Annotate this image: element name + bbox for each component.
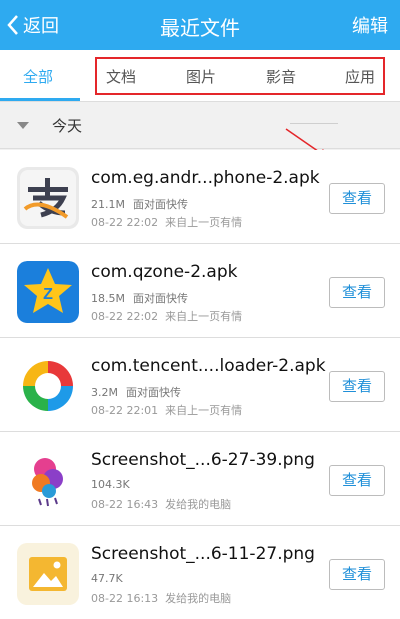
image-icon (17, 543, 79, 605)
file-note: 来自上一页有情 (165, 216, 243, 229)
collapse-triangle-icon (17, 122, 29, 129)
view-button[interactable]: 查看 (329, 559, 385, 590)
file-time: 08-22 22:01 来自上一页有情 (91, 402, 242, 418)
file-name: com.eg.andr...phone-2.apk (91, 168, 320, 188)
file-time: 08-22 22:02 来自上一页有情 (91, 308, 242, 324)
file-note: 来自上一页有情 (165, 404, 243, 417)
file-date: 08-22 22:02 (91, 310, 159, 323)
file-list: com.eg.andr...phone-2.apk 21.1M 面对面快传 08-… (0, 150, 400, 619)
qzone-icon: Z (17, 261, 79, 323)
tab-all[interactable]: 全部 (23, 66, 53, 87)
file-time: 08-22 16:43 发给我的电脑 (91, 496, 231, 512)
file-meta: 21.1M 面对面快传 (91, 196, 188, 212)
file-name: com.qzone-2.apk (91, 262, 238, 282)
view-button[interactable]: 查看 (329, 465, 385, 496)
list-item[interactable]: Screenshot_...6-11-27.png 47.7K 08-22 16… (0, 526, 400, 619)
file-date: 08-22 22:01 (91, 404, 159, 417)
file-date: 08-22 16:43 (91, 498, 159, 511)
section-label: 今天 (52, 117, 83, 135)
file-date: 08-22 22:02 (91, 216, 159, 229)
file-source: 面对面快传 (132, 292, 188, 305)
file-meta: 3.2M 面对面快传 (91, 384, 181, 400)
list-item[interactable]: com.eg.andr...phone-2.apk 21.1M 面对面快传 08-… (0, 150, 400, 244)
file-note: 发给我的电脑 (165, 592, 232, 605)
alipay-icon (17, 167, 79, 229)
svg-text:Z: Z (43, 286, 53, 303)
file-name: Screenshot_...6-27-39.png (91, 450, 315, 470)
file-meta: 104.3K (91, 478, 138, 491)
file-time: 08-22 22:02 来自上一页有情 (91, 214, 242, 230)
view-button[interactable]: 查看 (329, 277, 385, 308)
list-item[interactable]: Screenshot_...6-27-39.png 104.3K 08-22 1… (0, 432, 400, 526)
colorful-image-icon (17, 449, 79, 511)
file-name: Screenshot_...6-11-27.png (91, 544, 315, 564)
file-note: 发给我的电脑 (165, 498, 232, 511)
active-tab-indicator (0, 98, 80, 101)
file-size: 3.2M (91, 386, 118, 399)
file-meta: 18.5M 面对面快传 (91, 290, 188, 306)
edit-button[interactable]: 编辑 (352, 12, 388, 38)
file-date: 08-22 16:13 (91, 592, 159, 605)
view-button[interactable]: 查看 (329, 183, 385, 214)
page-title: 最近文件 (160, 16, 240, 40)
list-item[interactable]: Z com.qzone-2.apk 18.5M 面对面快传 08-22 22:02… (0, 244, 400, 338)
file-meta: 47.7K (91, 572, 131, 585)
list-item[interactable]: com.tencent....loader-2.apk 3.2M 面对面快传 08… (0, 338, 400, 432)
file-name: com.tencent....loader-2.apk (91, 356, 326, 376)
file-size: 47.7K (91, 572, 123, 585)
highlight-box (95, 57, 385, 95)
view-button[interactable]: 查看 (329, 371, 385, 402)
tencent-downloader-icon (17, 355, 79, 417)
file-source: 面对面快传 (125, 386, 181, 399)
category-tabs: 全部 文档 图片 影音 应用 (0, 50, 400, 102)
file-size: 18.5M (91, 292, 125, 305)
file-size: 21.1M (91, 198, 125, 211)
file-size: 104.3K (91, 478, 130, 491)
file-source: 面对面快传 (132, 198, 188, 211)
file-time: 08-22 16:13 发给我的电脑 (91, 590, 231, 606)
section-header-today[interactable]: 今天 (0, 103, 400, 149)
file-note: 来自上一页有情 (165, 310, 243, 323)
top-bar: 返回 最近文件 编辑 (0, 0, 400, 50)
